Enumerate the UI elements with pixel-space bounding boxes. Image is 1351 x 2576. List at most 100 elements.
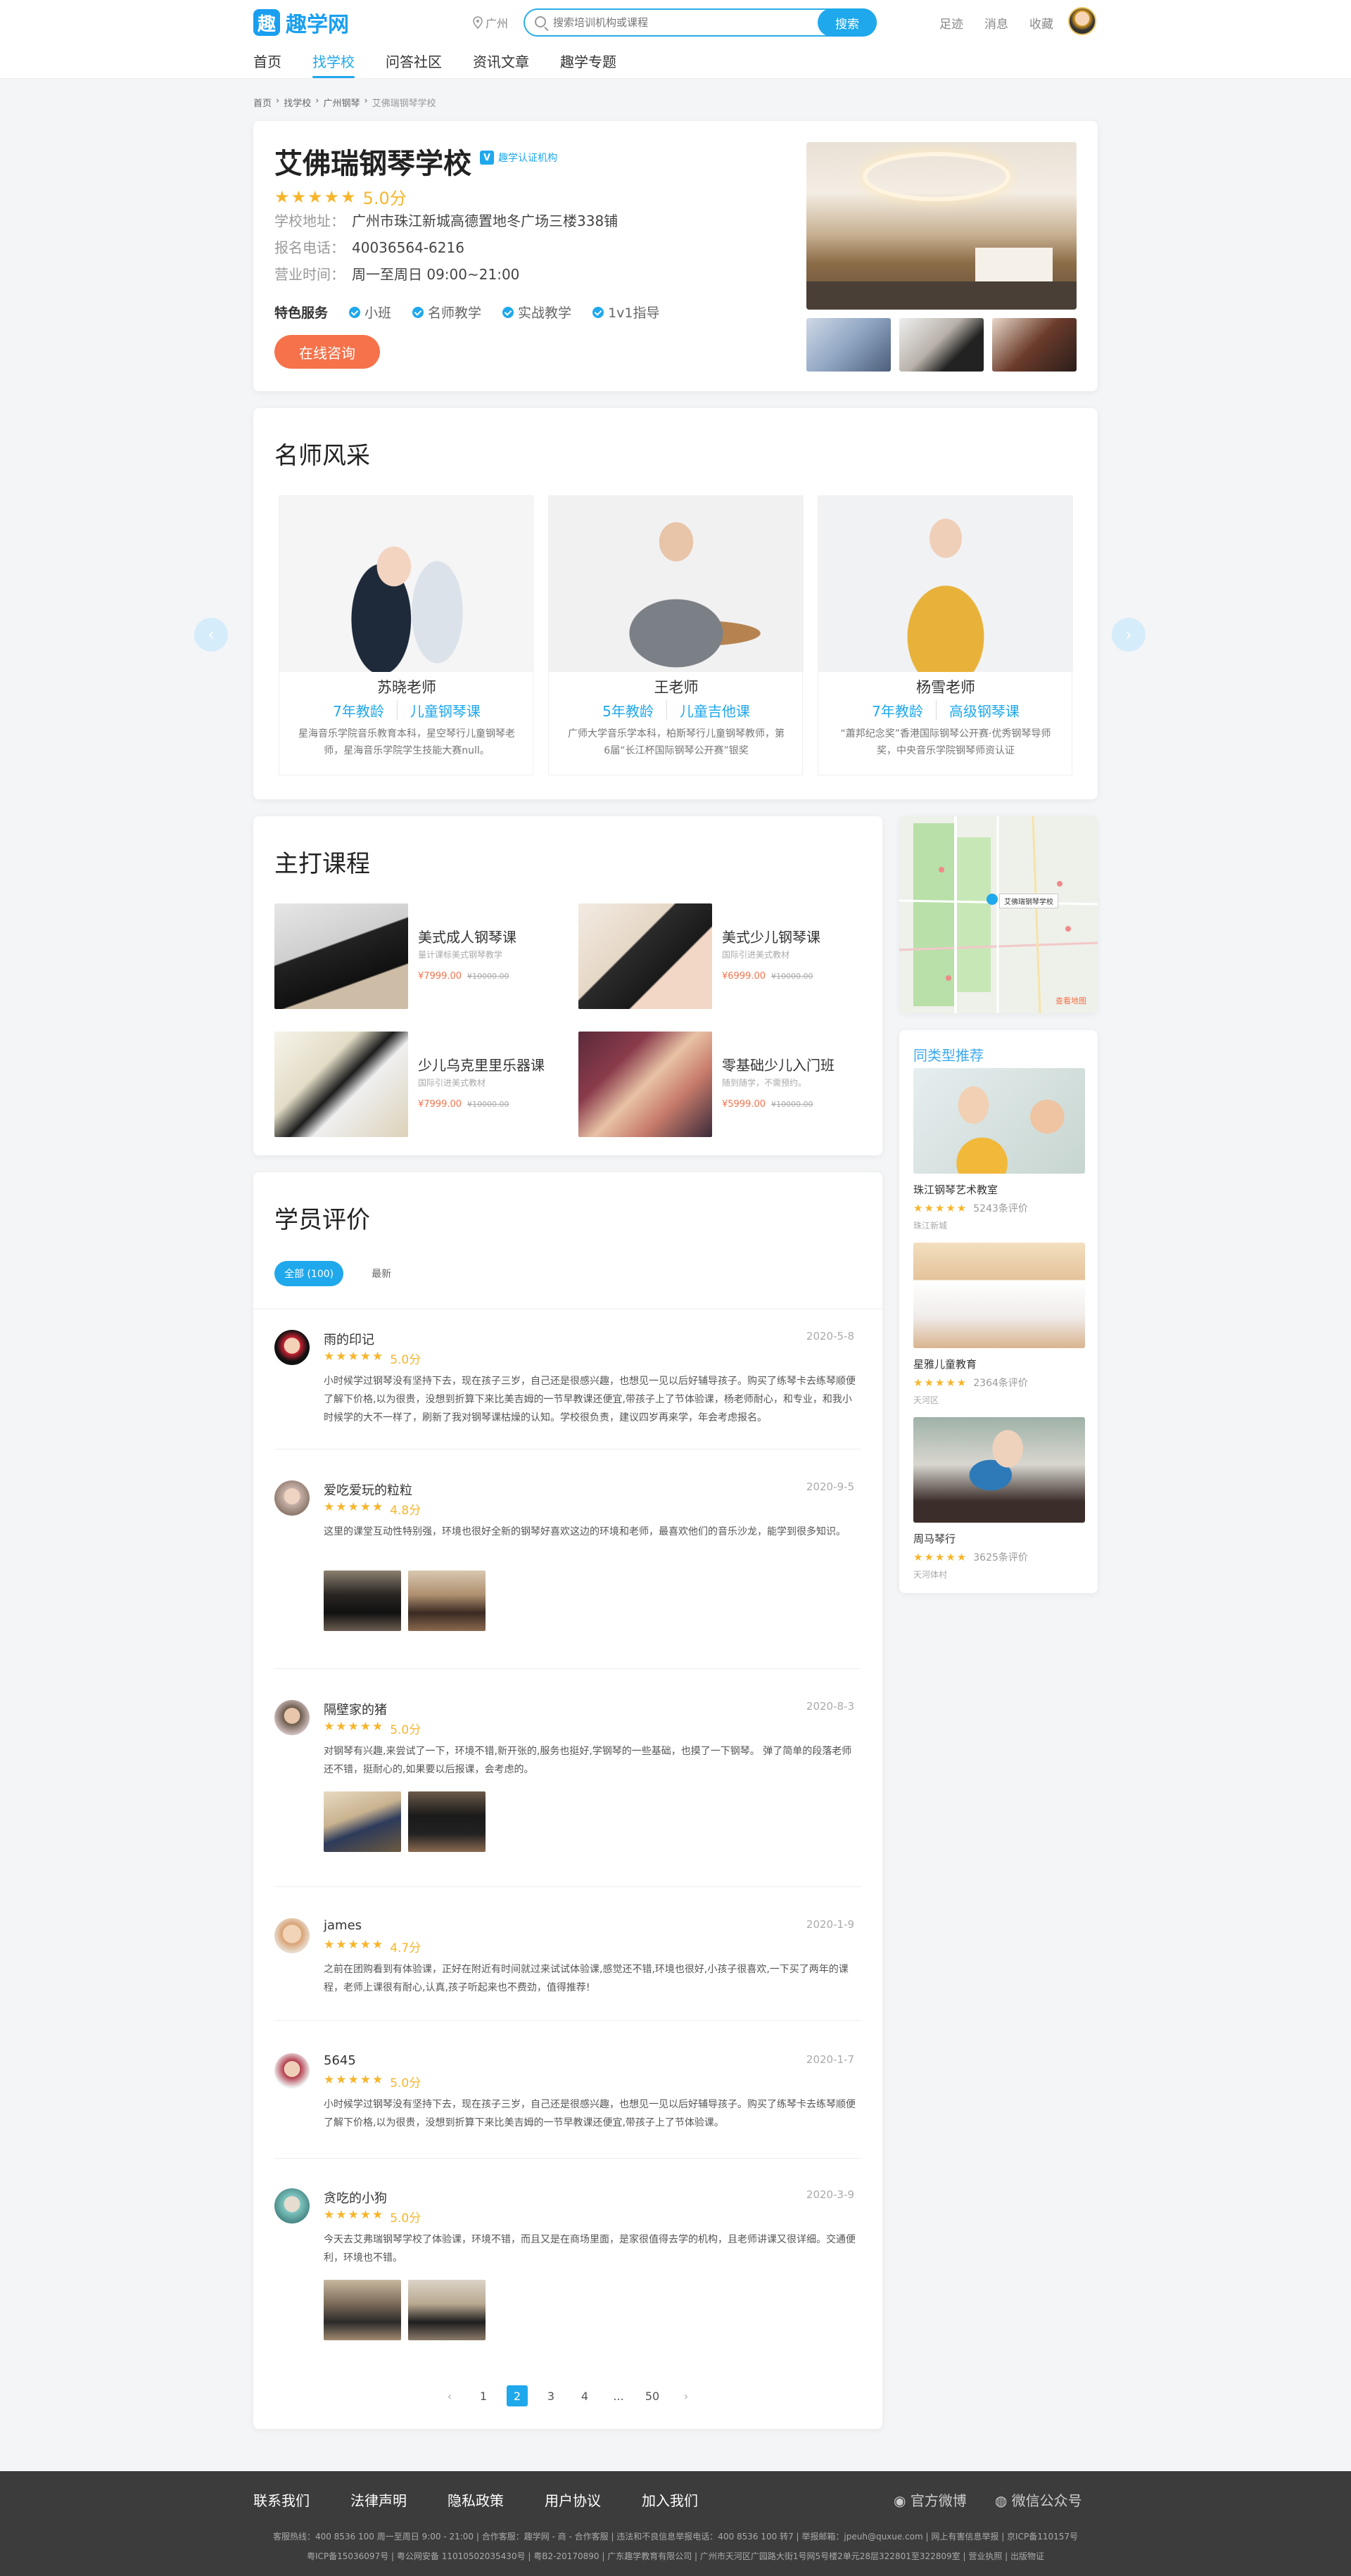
search-input[interactable]	[553, 14, 764, 31]
breadcrumb-home[interactable]: 首页	[253, 96, 272, 109]
similar-location: 珠江新城	[913, 1221, 948, 1231]
review-item: 雨的印记 2020-5-8 ★★★★★ 5.0分 小时候学过钢琴没有坚持下去，现在…	[274, 1330, 861, 1449]
nav-articles[interactable]: 资讯文章	[473, 51, 529, 78]
footer-contact[interactable]: 联系我们	[253, 2489, 310, 2510]
teacher-card[interactable]: 苏晓老师 7年教龄 儿童钢琴课 星海音乐学院音乐教育本科，星空琴行儿童钢琴老师，星…	[279, 495, 534, 775]
footprint-link[interactable]: 足迹	[939, 14, 963, 32]
teacher-card[interactable]: 杨雪老师 7年教龄 高级钢琴课 “蕭邦纪念奖”香港国际钢琴公开赛·优秀钢琴导师奖，…	[818, 495, 1073, 775]
course-title: 美式少儿钢琴课	[722, 929, 820, 946]
weibo-link[interactable]: ◉ 官方微博	[894, 2489, 967, 2510]
wechat-link[interactable]: ◍ 微信公众号	[995, 2489, 1082, 2510]
site-logo[interactable]: 趣 趣学网	[253, 7, 349, 38]
similar-item[interactable]: 星雅儿童教育 ★★★★★ 2364条评价 天河区	[913, 1243, 1085, 1406]
similar-location: 天河体村	[913, 1570, 948, 1580]
similar-item[interactable]: 周马琴行 ★★★★★ 3625条评价 天河体村	[913, 1417, 1085, 1580]
course-item[interactable]: 美式少儿钢琴课 国际引进美式教材 ¥6999.00 ¥10000.00	[578, 903, 860, 1009]
teacher-subject: 儿童钢琴课	[396, 700, 481, 721]
review-image[interactable]	[324, 1791, 401, 1852]
school-main-photo[interactable]	[806, 142, 1077, 310]
review-item: 隔壁家的猪 2020-8-3 ★★★★★ 5.0分 对钢琴有兴趣,来尝试了一下，环…	[274, 1700, 861, 1887]
footer-join[interactable]: 加入我们	[642, 2489, 698, 2510]
prev-page-icon[interactable]: ‹	[439, 2385, 460, 2406]
nav-home[interactable]: 首页	[253, 51, 281, 78]
teacher-subject: 高级钢琴课	[935, 700, 1020, 721]
next-page-icon[interactable]: ›	[676, 2385, 697, 2406]
view-map-link[interactable]: 查看地图	[1055, 995, 1086, 1006]
courses-section: 主打课程 美式成人钢琴课 量计课标美式钢琴教学 ¥7999.00 ¥10000.0…	[253, 816, 882, 1155]
star-rating-icon: ★★★★★	[274, 186, 357, 207]
page-50[interactable]: 50	[642, 2385, 663, 2406]
school-thumbnail[interactable]	[992, 318, 1077, 372]
review-image[interactable]	[408, 1791, 486, 1852]
page-4[interactable]: 4	[574, 2385, 595, 2406]
course-item[interactable]: 少儿乌克里里乐器课 国际引进美式教材 ¥7999.00 ¥10000.00	[274, 1032, 556, 1137]
footer-terms[interactable]: 用户协议	[545, 2489, 601, 2510]
review-image[interactable]	[324, 2280, 401, 2340]
school-thumbnail[interactable]	[806, 318, 891, 372]
nav-topics[interactable]: 趣学专题	[560, 51, 616, 78]
review-score: 5.0分	[390, 1723, 421, 1737]
review-image[interactable]	[324, 1571, 401, 1631]
school-score: 5.0分	[362, 189, 407, 208]
teachers-section: 名师风采 苏晓老师 7年教龄 儿童钢琴课 星海音乐学院音乐教育本科，星空琴行儿童钢…	[194, 408, 1146, 799]
review-text: 之前在团购看到有体验课，正好在附近有时间就过来试试体验课,感觉还不错,环境也很好…	[324, 1964, 849, 1993]
courses-title: 主打课程	[274, 850, 370, 878]
city-selector[interactable]: 广州	[473, 14, 508, 31]
similar-item[interactable]: 珠江钢琴艺术教室 ★★★★★ 5243条评价 珠江新城	[913, 1068, 1085, 1231]
review-image[interactable]	[408, 1571, 486, 1631]
similar-rating: ★★★★★ 5243条评价	[913, 1201, 1085, 1215]
teacher-card[interactable]: 王老师 5年教龄 儿童吉他课 广师大学音乐学本科，柏斯琴行儿童钢琴教师，第6届“长…	[548, 495, 804, 775]
pagination: ‹ 1 2 3 4 ... 50 ›	[253, 2385, 882, 2406]
review-score: 5.0分	[390, 1353, 421, 1367]
verified-label: 趣学认证机构	[498, 153, 557, 164]
carousel-prev-arrow-icon[interactable]: ‹	[194, 618, 228, 652]
footer-legal[interactable]: 法律声明	[350, 2489, 407, 2510]
review-image[interactable]	[408, 2280, 486, 2340]
feature-label: 小班	[364, 305, 392, 321]
features-label: 特色服务	[274, 305, 329, 321]
teacher-years: 7年教龄	[872, 703, 923, 720]
breadcrumb-category[interactable]: 广州钢琴	[323, 96, 360, 109]
user-links: 足迹 消息 收藏	[939, 14, 1053, 32]
messages-link[interactable]: 消息	[984, 14, 1008, 32]
review-date: 2020-5-8	[806, 1330, 854, 1343]
footer-privacy[interactable]: 隐私政策	[448, 2489, 504, 2510]
similar-recommend: 同类型推荐 珠江钢琴艺术教室 ★★★★★ 5243条评价 珠江新城 星雅儿童教育 …	[899, 1030, 1098, 1593]
course-item[interactable]: 零基础少儿入门班 随到随学，不需预约。 ¥5999.00 ¥10000.00	[578, 1032, 860, 1137]
star-rating-icon: ★★★★★	[324, 1350, 385, 1364]
location-map[interactable]: 艾佛瑞钢琴学校 查看地图	[899, 816, 1098, 1013]
page: 趣 趣学网 广州 搜索 足迹 消息 收藏 首页 找学校 问答社区 资讯文章 趣学…	[0, 0, 1351, 2576]
address-label: 学校地址：	[274, 212, 345, 229]
page-3[interactable]: 3	[540, 2385, 562, 2406]
reviewer-avatar	[274, 1480, 310, 1516]
carousel-next-arrow-icon[interactable]: ›	[1112, 618, 1146, 652]
city-label: 广州	[486, 17, 509, 30]
online-consult-button[interactable]: 在线咨询	[274, 335, 380, 369]
course-image	[274, 1032, 408, 1137]
favorites-link[interactable]: 收藏	[1029, 14, 1053, 32]
page-ellipsis: ...	[613, 2389, 624, 2403]
nav-find-school[interactable]: 找学校	[312, 51, 355, 78]
tab-latest-reviews[interactable]: 最新	[372, 1267, 391, 1281]
page-2[interactable]: 2	[507, 2385, 528, 2406]
school-thumbnail[interactable]	[899, 318, 984, 372]
course-image	[578, 903, 712, 1009]
search-button[interactable]: 搜索	[818, 8, 877, 37]
school-hours: 营业时间： 周一至周日 09:00~21:00	[274, 263, 519, 284]
nav-qa[interactable]: 问答社区	[386, 51, 442, 78]
teacher-tags: 7年教龄 儿童钢琴课	[279, 700, 534, 721]
main-nav: 首页 找学校 问答社区 资讯文章 趣学专题	[253, 51, 616, 78]
verified-badge: V 趣学认证机构	[480, 151, 557, 165]
review-score: 5.0分	[390, 2212, 421, 2226]
tab-all-reviews[interactable]: 全部 (100)	[274, 1261, 344, 1286]
course-item[interactable]: 美式成人钢琴课 量计课标美式钢琴教学 ¥7999.00 ¥10000.00	[274, 903, 556, 1009]
page-1[interactable]: 1	[473, 2385, 494, 2406]
breadcrumb-find-school[interactable]: 找学校	[284, 96, 311, 109]
user-avatar[interactable]	[1068, 7, 1096, 35]
review-rating: ★★★★★ 4.8分	[324, 1500, 421, 1518]
star-rating-icon: ★★★★★	[324, 2073, 385, 2087]
school-rating: ★★★★★ 5.0分	[274, 184, 407, 209]
course-old-price: ¥10000.00	[771, 1100, 813, 1109]
school-name: 艾佛瑞钢琴学校	[274, 148, 471, 180]
star-rating-icon: ★★★★★	[324, 1500, 385, 1514]
